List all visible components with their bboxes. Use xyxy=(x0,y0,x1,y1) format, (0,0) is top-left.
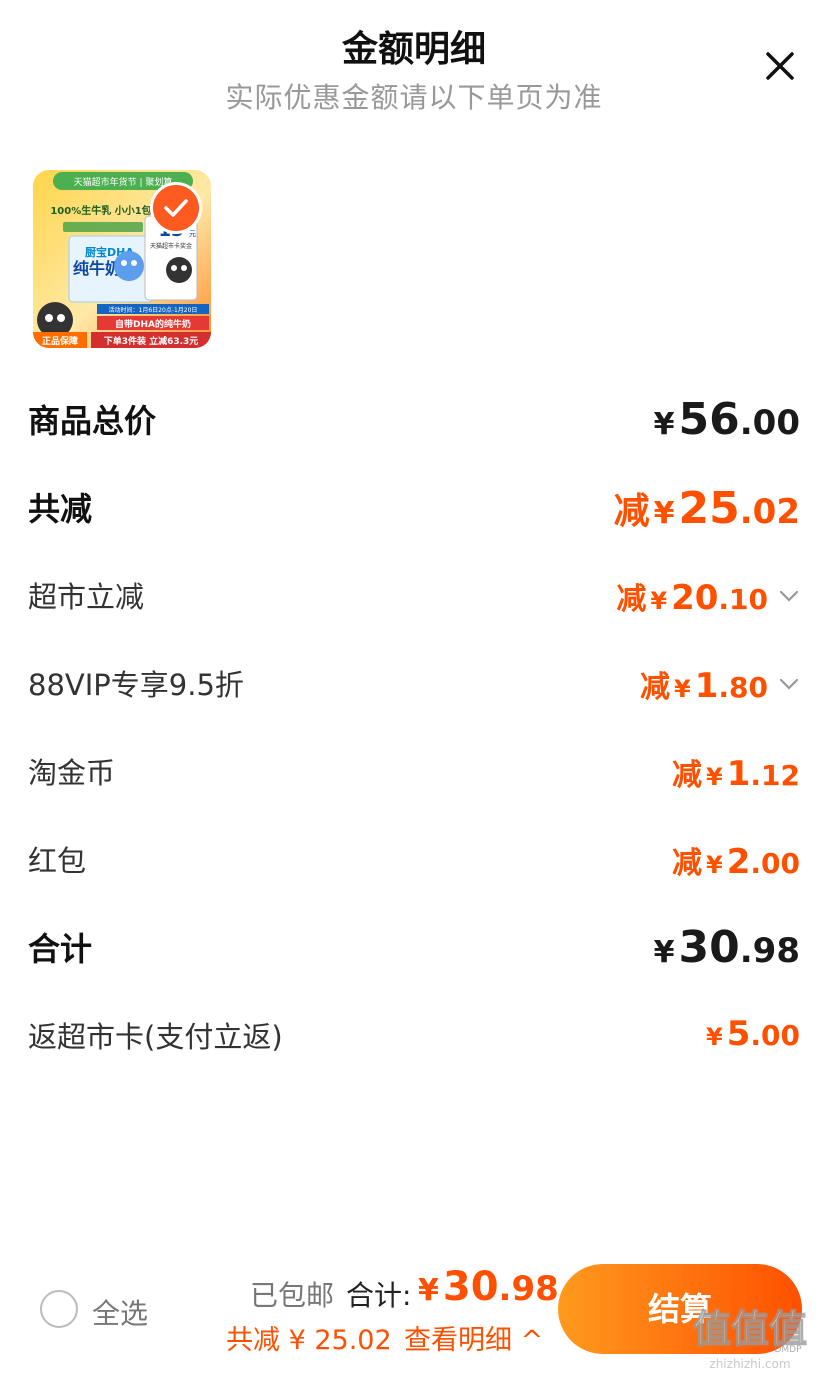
view-detail-link[interactable]: 查看明细 ^ xyxy=(404,1318,543,1357)
promo-unit: 元 xyxy=(189,230,196,238)
promo-date: 活动时间：1月6日20点-1月20日 xyxy=(109,306,198,314)
coins-discount-value: 减 ¥ 1 .12 xyxy=(672,754,800,794)
total-discount-value: 减 ¥ 25 .02 xyxy=(613,483,800,534)
selected-check-badge[interactable] xyxy=(150,182,202,234)
watermark-mark: DMDP xyxy=(774,1345,802,1355)
chevron-down-icon[interactable] xyxy=(778,589,800,603)
watermark-sub: zhizhizhi.com xyxy=(709,1357,790,1371)
footer-total-value: ¥ 30 .98 xyxy=(418,1264,559,1310)
watermark-logo: 值值值 DMDP zhizhizhi.com xyxy=(692,1306,807,1371)
card-rebate-value: ¥ 5 .00 xyxy=(706,1014,800,1054)
deal-text: 下单3件装 立减63.3元 xyxy=(104,335,199,347)
row-total-price: 商品总价 ¥ 56 .00 xyxy=(28,394,800,445)
row-vip-discount[interactable]: 88VIP专享9.5折 减 ¥ 1 .80 xyxy=(28,662,800,706)
select-all-radio-icon[interactable] xyxy=(40,1290,78,1328)
total-price-label: 商品总价 xyxy=(28,402,157,440)
row-supermarket-discount[interactable]: 超市立减 减 ¥ 20 .10 xyxy=(28,574,800,618)
footer-saved-text: 共减 ¥ 25.02 xyxy=(226,1325,392,1356)
sum-value: ¥ 30 .98 xyxy=(653,922,800,973)
card-rebate-label: 返超市卡(支付立返) xyxy=(28,1020,283,1054)
row-redpacket-discount: 红包 减 ¥ 2 .00 xyxy=(28,838,800,882)
page-title: 金额明细 xyxy=(341,29,486,70)
page-subtitle: 实际优惠金额请以下单页为准 xyxy=(225,81,603,114)
close-icon[interactable] xyxy=(758,44,802,88)
vip-discount-value: 减 ¥ 1 .80 xyxy=(640,662,800,706)
sum-label: 合计 xyxy=(28,930,93,968)
redpacket-discount-value: 减 ¥ 2 .00 xyxy=(672,842,800,882)
check-icon xyxy=(164,199,188,217)
supermarket-discount-value: 减 ¥ 20 .10 xyxy=(616,574,800,618)
coins-discount-label: 淘金币 xyxy=(28,756,116,790)
total-discount-label: 共减 xyxy=(28,490,93,528)
footer-total-label: 合计: xyxy=(346,1279,412,1312)
vip-discount-label: 88VIP专享9.5折 xyxy=(28,668,244,702)
supermarket-discount-label: 超市立减 xyxy=(28,580,145,614)
row-sum: 合计 ¥ 30 .98 xyxy=(28,922,800,973)
row-card-rebate: 返超市卡(支付立返) ¥ 5 .00 xyxy=(28,1014,800,1058)
guarantee-text: 正品保障 xyxy=(42,335,78,347)
row-total-discount: 共减 减 ¥ 25 .02 xyxy=(28,482,800,534)
tagline-text: 自带DHA的纯牛奶 xyxy=(115,318,191,330)
row-coins-discount: 淘金币 减 ¥ 1 .12 xyxy=(28,750,800,794)
select-all-label[interactable]: 全选 xyxy=(92,1292,148,1332)
chevron-down-icon[interactable] xyxy=(778,677,800,691)
redpacket-discount-label: 红包 xyxy=(28,844,87,878)
total-price-value: ¥ 56 .00 xyxy=(653,394,800,445)
free-shipping-text: 已包邮 xyxy=(250,1279,335,1312)
header: 金额明细 实际优惠金额请以下单页为准 xyxy=(0,0,828,120)
product-name-text: 纯牛奶 xyxy=(73,259,121,278)
promo-sub: 天猫超市卡奖金 xyxy=(150,242,192,250)
slogan-text: 100%生牛乳 小小1包 xyxy=(50,204,151,217)
